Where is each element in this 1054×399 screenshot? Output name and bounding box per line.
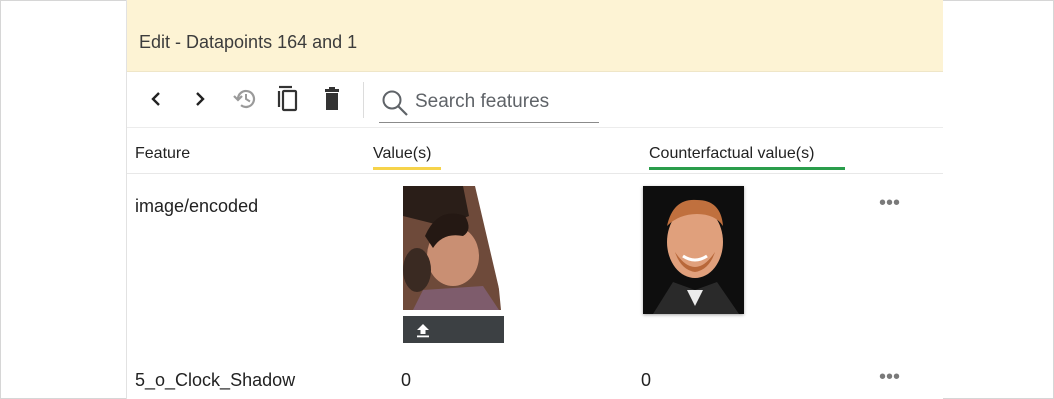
counterfactual-image xyxy=(643,186,744,314)
value-header-underline xyxy=(373,167,441,170)
edit-panel: Edit - Datapoints 164 and 1 Search featu… xyxy=(126,0,943,399)
value-column-header: Value(s) xyxy=(373,145,441,170)
feature-column-header: Feature xyxy=(135,145,190,163)
next-icon xyxy=(196,92,205,106)
search-icon xyxy=(382,90,408,116)
counterfactual-header-underline xyxy=(649,167,845,170)
value-cell[interactable]: 0 xyxy=(401,370,411,391)
value-image xyxy=(403,186,504,310)
previous-icon xyxy=(151,92,160,106)
delete-icon xyxy=(325,87,339,110)
counterfactual-column-header: Counterfactual value(s) xyxy=(649,145,845,170)
feature-name: image/encoded xyxy=(135,196,259,216)
history-button[interactable] xyxy=(231,84,257,114)
table-header: Feature Value(s) Counterfactual value(s) xyxy=(127,128,943,174)
panel-title: Edit - Datapoints 164 and 1 xyxy=(139,32,358,52)
toolbar-divider xyxy=(363,82,364,118)
duplicate-button[interactable] xyxy=(275,84,301,114)
row-more-button[interactable]: ••• xyxy=(879,367,900,387)
upload-icon xyxy=(417,323,429,337)
feature-name: 5_o_Clock_Shadow xyxy=(135,370,296,390)
history-icon xyxy=(233,89,256,109)
counterfactual-header-label: Counterfactual value(s) xyxy=(649,145,815,162)
upload-button[interactable] xyxy=(403,316,504,343)
delete-button[interactable] xyxy=(319,84,345,114)
search-field[interactable] xyxy=(379,80,599,123)
toolbar xyxy=(127,72,943,128)
row-more-button[interactable]: ••• xyxy=(879,193,900,213)
search-input[interactable] xyxy=(415,90,595,114)
value-header-label: Value(s) xyxy=(373,145,432,162)
next-button[interactable] xyxy=(187,84,213,114)
title-bar: Edit - Datapoints 164 and 1 xyxy=(127,0,943,72)
counterfactual-cell[interactable]: 0 xyxy=(641,370,651,391)
duplicate-icon xyxy=(277,85,298,112)
more-icon: ••• xyxy=(879,192,901,214)
previous-button[interactable] xyxy=(143,84,169,114)
feature-header-label: Feature xyxy=(135,145,191,162)
more-icon: ••• xyxy=(879,366,901,388)
